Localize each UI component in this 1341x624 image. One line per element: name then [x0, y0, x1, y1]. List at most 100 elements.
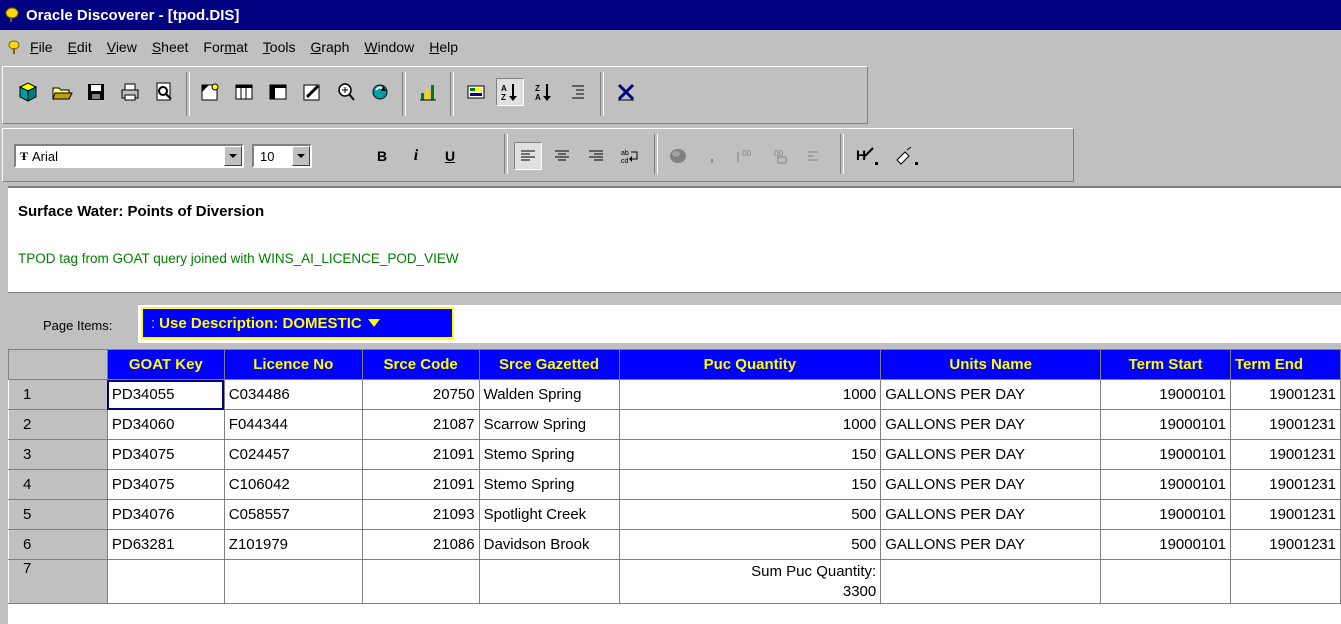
column-header[interactable]: Term End: [1230, 349, 1341, 380]
table-cell[interactable]: GALLONS PER DAY: [880, 409, 1102, 440]
underline-button[interactable]: U: [436, 142, 464, 170]
empty-cell[interactable]: [223, 559, 363, 604]
totals-icon[interactable]: [800, 142, 828, 170]
column-header[interactable]: Term Start: [1100, 349, 1231, 380]
sum-cell[interactable]: Sum Puc Quantity: 3300: [618, 559, 882, 604]
table-row[interactable]: 1 PD34055 C034486 20750 Walden Spring 1000 GAL…: [8, 379, 1341, 410]
row-header[interactable]: 2: [8, 409, 108, 440]
table-cell[interactable]: 19001231: [1230, 529, 1341, 560]
table-cell[interactable]: GALLONS PER DAY: [880, 499, 1102, 530]
empty-cell[interactable]: [361, 559, 480, 604]
empty-cell[interactable]: [106, 559, 225, 604]
print-icon[interactable]: [116, 78, 144, 106]
table-cell[interactable]: 19001231: [1230, 439, 1341, 470]
table-cell[interactable]: 500: [618, 529, 882, 560]
dropdown-arrow-icon[interactable]: [367, 319, 380, 327]
table-cell[interactable]: 150: [618, 469, 882, 500]
edit-sheet-icon[interactable]: [298, 78, 326, 106]
row-header[interactable]: 6: [8, 529, 108, 560]
table-cell[interactable]: 19001231: [1230, 379, 1341, 410]
table-cell[interactable]: 21091: [361, 469, 480, 500]
column-header[interactable]: GOAT Key: [106, 349, 225, 380]
corner-cell[interactable]: [8, 349, 108, 380]
drill-icon[interactable]: [332, 78, 360, 106]
crosstab-layout-icon[interactable]: [264, 78, 292, 106]
text-color-icon[interactable]: H: [852, 142, 888, 170]
table-cell[interactable]: 19000101: [1100, 409, 1231, 440]
table-row[interactable]: 6 PD63281 Z101979 21086 Davidson Brook 500 GAL…: [8, 529, 1341, 560]
table-cell[interactable]: 19001231: [1230, 409, 1341, 440]
worksheet-title[interactable]: Surface Water: Points of Diversion: [18, 203, 264, 220]
save-icon[interactable]: [82, 78, 110, 106]
column-header[interactable]: Srce Gazetted: [478, 349, 620, 380]
table-cell[interactable]: GALLONS PER DAY: [880, 379, 1102, 410]
open-folder-icon[interactable]: [48, 78, 76, 106]
empty-cell[interactable]: [1230, 559, 1341, 604]
column-header[interactable]: Units Name: [880, 349, 1102, 380]
sort-descending-icon[interactable]: ZA: [530, 78, 558, 106]
table-row[interactable]: 5 PD34076 C058557 21093 Spotlight Creek 500 GA…: [8, 499, 1341, 530]
row-header[interactable]: 5: [8, 499, 108, 530]
table-cell[interactable]: PD34076: [106, 499, 225, 530]
align-right-icon[interactable]: [582, 142, 610, 170]
table-cell[interactable]: GALLONS PER DAY: [880, 469, 1102, 500]
table-cell[interactable]: Davidson Brook: [478, 529, 620, 560]
table-cell[interactable]: PD34055: [106, 379, 225, 410]
column-header[interactable]: Licence No: [223, 349, 363, 380]
empty-cell[interactable]: [1100, 559, 1231, 604]
table-cell[interactable]: Walden Spring: [478, 379, 620, 410]
row-header[interactable]: 1: [8, 379, 108, 410]
menu-help[interactable]: Help: [429, 39, 458, 55]
column-header[interactable]: Srce Code: [361, 349, 480, 380]
table-cell[interactable]: 19000101: [1100, 529, 1231, 560]
decrease-decimal-icon[interactable]: .00: [766, 142, 794, 170]
comma-format-icon[interactable]: ,: [698, 142, 726, 170]
new-sheet-icon[interactable]: [196, 78, 224, 106]
table-cell[interactable]: GALLONS PER DAY: [880, 529, 1102, 560]
table-cell[interactable]: 19000101: [1100, 469, 1231, 500]
table-layout-icon[interactable]: [230, 78, 258, 106]
menu-graph[interactable]: Graph: [310, 39, 349, 55]
refresh-icon[interactable]: [366, 78, 394, 106]
column-header[interactable]: Puc Quantity: [618, 349, 882, 380]
table-cell[interactable]: PD34060: [106, 409, 225, 440]
empty-cell[interactable]: [478, 559, 620, 604]
font-size-combobox[interactable]: 10: [252, 144, 312, 168]
font-dropdown-arrow-icon[interactable]: [224, 146, 242, 166]
conditional-format-icon[interactable]: [462, 78, 490, 106]
menu-window[interactable]: Window: [364, 39, 414, 55]
menu-file[interactable]: File: [30, 39, 53, 55]
row-header[interactable]: 7: [8, 559, 108, 604]
italic-button[interactable]: i: [402, 142, 430, 170]
total-row[interactable]: 7 Sum Puc Quantity: 3300: [8, 559, 1341, 604]
row-header[interactable]: 4: [8, 469, 108, 500]
background-color-icon[interactable]: [890, 142, 926, 170]
sort-ascending-icon[interactable]: AZ: [496, 78, 524, 106]
table-cell[interactable]: 500: [618, 499, 882, 530]
table-cell[interactable]: C058557: [223, 499, 363, 530]
table-cell[interactable]: 19000101: [1100, 499, 1231, 530]
page-item-dropdown[interactable]: : Use Description: DOMESTIC: [141, 307, 454, 339]
table-cell[interactable]: C024457: [223, 439, 363, 470]
table-cell[interactable]: 20750: [361, 379, 480, 410]
menu-sheet[interactable]: Sheet: [152, 39, 189, 55]
currency-format-icon[interactable]: [664, 142, 692, 170]
table-cell[interactable]: PD63281: [106, 529, 225, 560]
font-size-dropdown-arrow-icon[interactable]: [292, 146, 310, 166]
menu-view[interactable]: View: [107, 39, 137, 55]
group-sort-icon[interactable]: [564, 78, 592, 106]
empty-cell[interactable]: [880, 559, 1102, 604]
table-cell[interactable]: Spotlight Creek: [478, 499, 620, 530]
table-cell[interactable]: 1000: [618, 379, 882, 410]
table-cell[interactable]: C034486: [223, 379, 363, 410]
table-cell[interactable]: 21093: [361, 499, 480, 530]
table-cell[interactable]: Stemo Spring: [478, 439, 620, 470]
wrap-text-icon[interactable]: ab cd: [616, 142, 644, 170]
table-cell[interactable]: 21086: [361, 529, 480, 560]
graph-icon[interactable]: [414, 78, 442, 106]
table-cell[interactable]: 19001231: [1230, 469, 1341, 500]
table-cell[interactable]: 19000101: [1100, 379, 1231, 410]
menu-tools[interactable]: Tools: [263, 39, 296, 55]
table-row[interactable]: 2 PD34060 F044344 21087 Scarrow Spring 1000 GA…: [8, 409, 1341, 440]
table-row[interactable]: 4 PD34075 C106042 21091 Stemo Spring 150 GALLO…: [8, 469, 1341, 500]
